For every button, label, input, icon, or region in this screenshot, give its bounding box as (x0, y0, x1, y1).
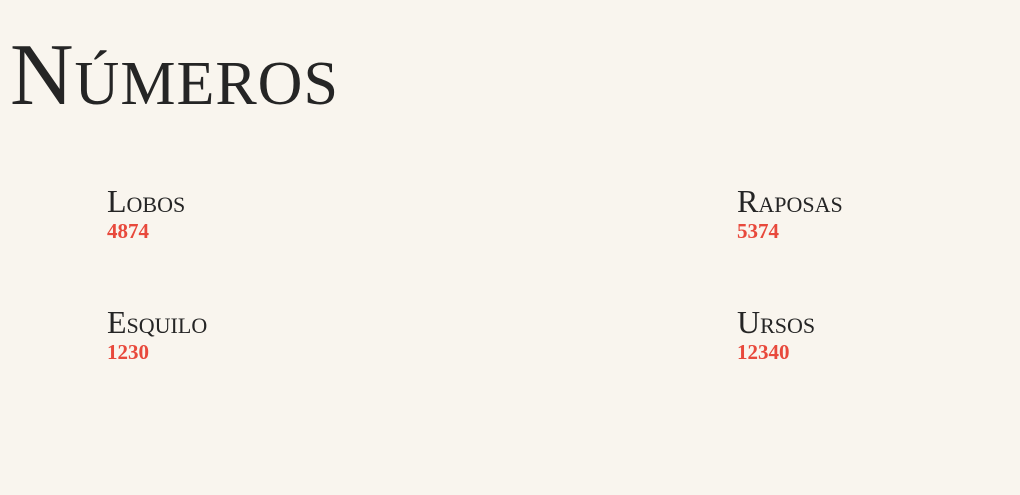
stat-value: 4874 (107, 219, 149, 243)
stat-label: Ursos (737, 304, 816, 340)
stat-value: 12340 (737, 340, 790, 364)
stat-value: 5374 (737, 219, 779, 243)
stat-lobos: Lobos 4874 (107, 185, 185, 242)
stat-value: 1230 (107, 340, 149, 364)
stat-label: Raposas (737, 183, 843, 219)
stat-label: Lobos (107, 183, 186, 219)
page-title: Números (10, 27, 339, 124)
stat-label: Esquilo (107, 304, 208, 340)
stat-raposas: Raposas 5374 (737, 185, 843, 242)
stat-ursos: Ursos 12340 (737, 306, 815, 363)
stat-esquilo: Esquilo 1230 (107, 306, 207, 363)
